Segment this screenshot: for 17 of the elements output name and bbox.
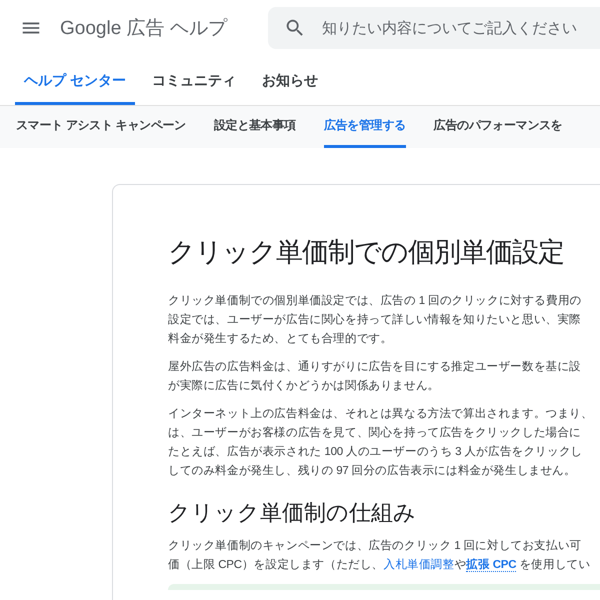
article-title: クリック単価制での個別単価設定 (168, 236, 565, 269)
nav-tab[interactable]: お知らせ (252, 60, 327, 105)
nav-tab[interactable]: コミュニティ (142, 60, 245, 105)
category-tab[interactable]: 広告のパフォーマンスを (434, 106, 562, 148)
category-tab[interactable]: 設定と基本事項 (214, 106, 296, 148)
search-field[interactable]: 知りたい内容についてご記入ください (268, 7, 600, 49)
paragraph: インターネット上の広告料金は、それとは異なる方法で算出されます。つまり、 は、ユーザーがお客様の広告を見て、関心を持って広告をクリックした場合に たとえば、広告が表示された 100 人のユーザーのうち 3 人が広告をクリックし してのみ料金が発生し、残りの 97 回分の広告表示には料金が発生しません。 (168, 406, 594, 479)
category-tab[interactable]: スマート アシスト キャンペーン (16, 106, 186, 148)
paragraph: クリック単価制での個別単価設定では、広告の 1 回のクリックに対する費用の 設定では、ユーザーが広告に関心を持って詳しい情報を知りたいと思い、実際 料金が発生するため、とても合理的です。 (168, 293, 582, 347)
paragraph: 屋外広告の広告料金は、通りすがりに広告を目にする推定ユーザー数を基に設 が実際に広告に気付くかどうかは関係ありません。 (168, 359, 582, 394)
text-link[interactable]: 入札単価調整 (383, 559, 454, 571)
section-heading: クリック単価制の仕組み (168, 499, 417, 527)
paragraph: クリック単価制のキャンペーンでは、広告のクリック 1 回に対してお支払い可 価（上限 CPC）を設定します（ただし、入札単価調整や拡張 CPC を使用してい (168, 538, 592, 574)
category-tab[interactable]: 広告を管理する (324, 106, 406, 148)
glossary-link[interactable]: 拡張 CPC (466, 559, 516, 572)
site-title[interactable]: Google 広告 ヘルプ (60, 15, 250, 41)
search-input[interactable]: 知りたい内容についてご記入ください (320, 18, 600, 38)
